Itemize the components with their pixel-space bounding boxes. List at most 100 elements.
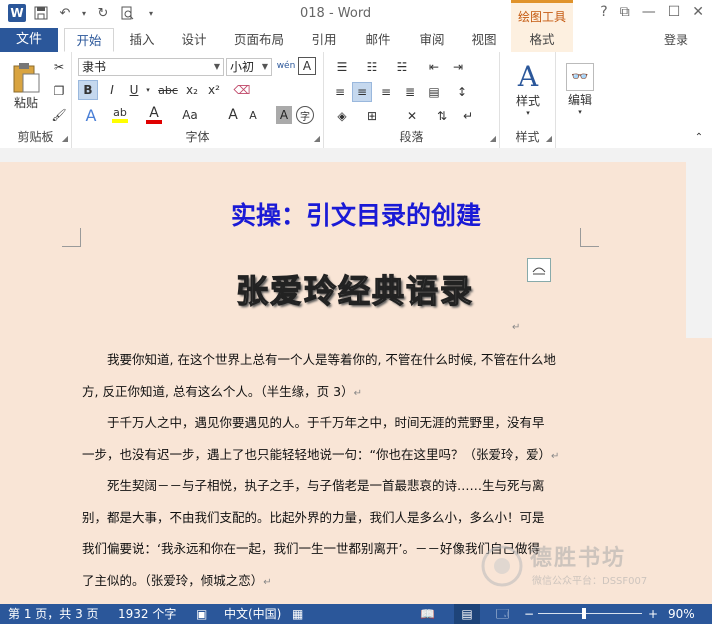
save-icon[interactable] (32, 4, 50, 22)
status-bar: 第 1 页，共 3 页 1932 个字 ▣ 中文(中国) ▦ 📖 ▤ 🗔 − +… (0, 604, 712, 624)
text-line: 一步，也没有迟一步，遇上了也只能轻轻地说一句：“你也在这里吗？（张爱玲，爱）↵ (82, 439, 582, 471)
print-layout-icon[interactable]: ▤ (454, 604, 480, 624)
format-painter-icon[interactable]: 🖌 (50, 106, 68, 124)
line-text: 方, 反正你知道, 总有这么个人。（半生缘，页 3） (82, 383, 354, 399)
justify-icon[interactable]: ≣ (400, 82, 420, 102)
font-name-combo[interactable]: 隶书 ▼ (78, 58, 224, 76)
zoom-in-button[interactable]: + (648, 604, 658, 624)
web-layout-icon[interactable]: 🗔 (496, 604, 509, 624)
italic-button[interactable]: I (102, 80, 122, 100)
clear-formatting-icon[interactable]: ⌫ (232, 80, 252, 100)
strikethrough-button[interactable]: abc (156, 80, 180, 100)
decrease-indent-icon[interactable]: ⇤ (424, 58, 444, 76)
page-count[interactable]: 第 1 页，共 3 页 (8, 604, 99, 624)
increase-indent-icon[interactable]: ⇥ (448, 58, 468, 76)
change-case-button[interactable]: Aa (176, 104, 204, 126)
font-size-combo[interactable]: 小初 ▼ (226, 58, 272, 76)
show-marks-icon[interactable]: ↵ (458, 106, 478, 126)
tab-review[interactable]: 审阅 (410, 28, 454, 52)
tab-format[interactable]: 格式 (511, 28, 573, 52)
paragraph-launcher-icon[interactable]: ◢ (490, 134, 496, 143)
tab-mailings[interactable]: 邮件 (356, 28, 400, 52)
tab-design[interactable]: 设计 (172, 28, 216, 52)
highlight-char: ab (113, 106, 127, 119)
cut-icon[interactable]: ✂ (50, 58, 68, 76)
char-border-button[interactable]: A (298, 57, 316, 75)
numbering-icon[interactable]: ☷ (360, 58, 384, 76)
highlight-color-bar (112, 119, 128, 123)
maximize-icon[interactable]: ☐ (668, 4, 681, 20)
login-link[interactable]: 登录 (664, 28, 688, 52)
line-spacing-icon[interactable]: ↕ (450, 82, 474, 102)
paragraph-mark: ↵ (512, 322, 521, 333)
paragraph-2[interactable]: 于千万人之中，遇见你要遇见的人。于千万年之中，时间无涯的荒野里，没有早 一步，也… (82, 407, 582, 470)
bullets-icon[interactable]: ☰ (330, 58, 354, 76)
tab-layout[interactable]: 页面布局 (226, 28, 292, 52)
text-effects-button[interactable]: A (78, 104, 104, 126)
copy-icon[interactable]: ❐ (50, 82, 68, 100)
close-icon[interactable]: ✕ (692, 4, 704, 20)
shrink-font-button[interactable]: A (244, 104, 262, 126)
multilevel-list-icon[interactable]: ☵ (390, 58, 414, 76)
minimize-icon[interactable]: — (642, 4, 656, 20)
tab-view[interactable]: 视图 (462, 28, 506, 52)
read-mode-icon[interactable]: 📖 (420, 604, 435, 624)
macro-icon[interactable]: ▦ (292, 604, 303, 624)
align-center-icon[interactable]: ≡ (352, 82, 372, 102)
document-area[interactable]: 实操：引文目录的创建 张爱玲经典语录 ↵ 我要你知道, 在这个世界上总有一个人是… (0, 148, 712, 604)
editing-button[interactable]: 👓 编辑 ▾ (560, 58, 600, 120)
underline-button[interactable]: U (124, 80, 144, 100)
align-left-icon[interactable]: ≡ (330, 82, 350, 102)
grow-font-button[interactable]: A (224, 104, 242, 126)
tab-insert[interactable]: 插入 (120, 28, 164, 52)
asian-layout-icon[interactable]: ✕ (400, 106, 424, 126)
enclose-char-button[interactable]: 字 (296, 106, 314, 124)
word-art-title[interactable]: 张爱玲经典语录 (200, 266, 510, 312)
layout-options-icon[interactable] (527, 258, 551, 282)
shading-icon[interactable]: ◈ (330, 106, 354, 126)
styles-button[interactable]: A 样式 ▾ (506, 58, 550, 120)
paste-button[interactable]: 粘贴 (8, 58, 44, 114)
zoom-slider[interactable] (538, 608, 642, 619)
font-launcher-icon[interactable]: ◢ (314, 134, 320, 143)
tab-home[interactable]: 开始 (64, 28, 114, 52)
language[interactable]: 中文(中国) (224, 604, 281, 624)
align-right-icon[interactable]: ≡ (376, 82, 396, 102)
bold-button[interactable]: B (78, 80, 98, 100)
help-icon[interactable]: ? (600, 4, 607, 20)
clipboard-launcher-icon[interactable]: ◢ (62, 134, 68, 143)
styles-launcher-icon[interactable]: ◢ (546, 134, 552, 143)
subscript-button[interactable]: x₂ (182, 80, 202, 100)
phonetic-guide-button[interactable]: wén (276, 56, 296, 76)
styles-button-label: 样式 (515, 93, 540, 108)
tab-file[interactable]: 文件 (0, 28, 58, 52)
paragraph-mark: ↵ (550, 450, 560, 462)
ribbon-display-icon[interactable]: ⧉ (620, 4, 630, 20)
word-app-icon[interactable]: W (8, 4, 26, 22)
paragraph-group-label: 段落 (399, 130, 424, 144)
document-title[interactable]: 实操：引文目录的创建 (0, 196, 712, 232)
proofing-icon[interactable]: ▣ (196, 604, 207, 624)
borders-icon[interactable]: ⊞ (360, 106, 384, 126)
collapse-ribbon-icon[interactable]: ⌃ (692, 130, 706, 144)
distributed-icon[interactable]: ▤ (424, 82, 444, 102)
ribbon-tabs: 文件 开始 插入 设计 页面布局 引用 邮件 审阅 视图 格式 登录 (0, 28, 712, 53)
tab-references[interactable]: 引用 (302, 28, 346, 52)
print-preview-icon[interactable] (118, 4, 136, 22)
text-line: 于千万人之中，遇见你要遇见的人。于千万年之中，时间无涯的荒野里，没有早 (82, 415, 545, 430)
zoom-slider-thumb[interactable] (582, 608, 587, 619)
underline-dropdown-icon[interactable]: ▾ (144, 80, 152, 100)
sort-icon[interactable]: ⇅ (432, 106, 452, 126)
paragraph-1[interactable]: 我要你知道, 在这个世界上总有一个人是等着你的, 不管在什么时候, 不管在什么地… (82, 344, 582, 407)
undo-icon[interactable]: ↶ (56, 4, 74, 22)
highlight-button[interactable]: ab (108, 104, 132, 126)
zoom-level[interactable]: 90% (668, 604, 695, 624)
zoom-out-button[interactable]: − (524, 604, 534, 624)
superscript-button[interactable]: x² (204, 80, 224, 100)
redo-icon[interactable]: ↻ (94, 4, 112, 22)
char-shading-button[interactable]: A (276, 106, 292, 124)
word-count[interactable]: 1932 个字 (118, 604, 176, 624)
undo-dropdown-icon[interactable]: ▾ (80, 4, 88, 22)
customize-qat-icon[interactable]: ▾ (142, 4, 160, 22)
font-color-button[interactable]: A (142, 104, 166, 126)
